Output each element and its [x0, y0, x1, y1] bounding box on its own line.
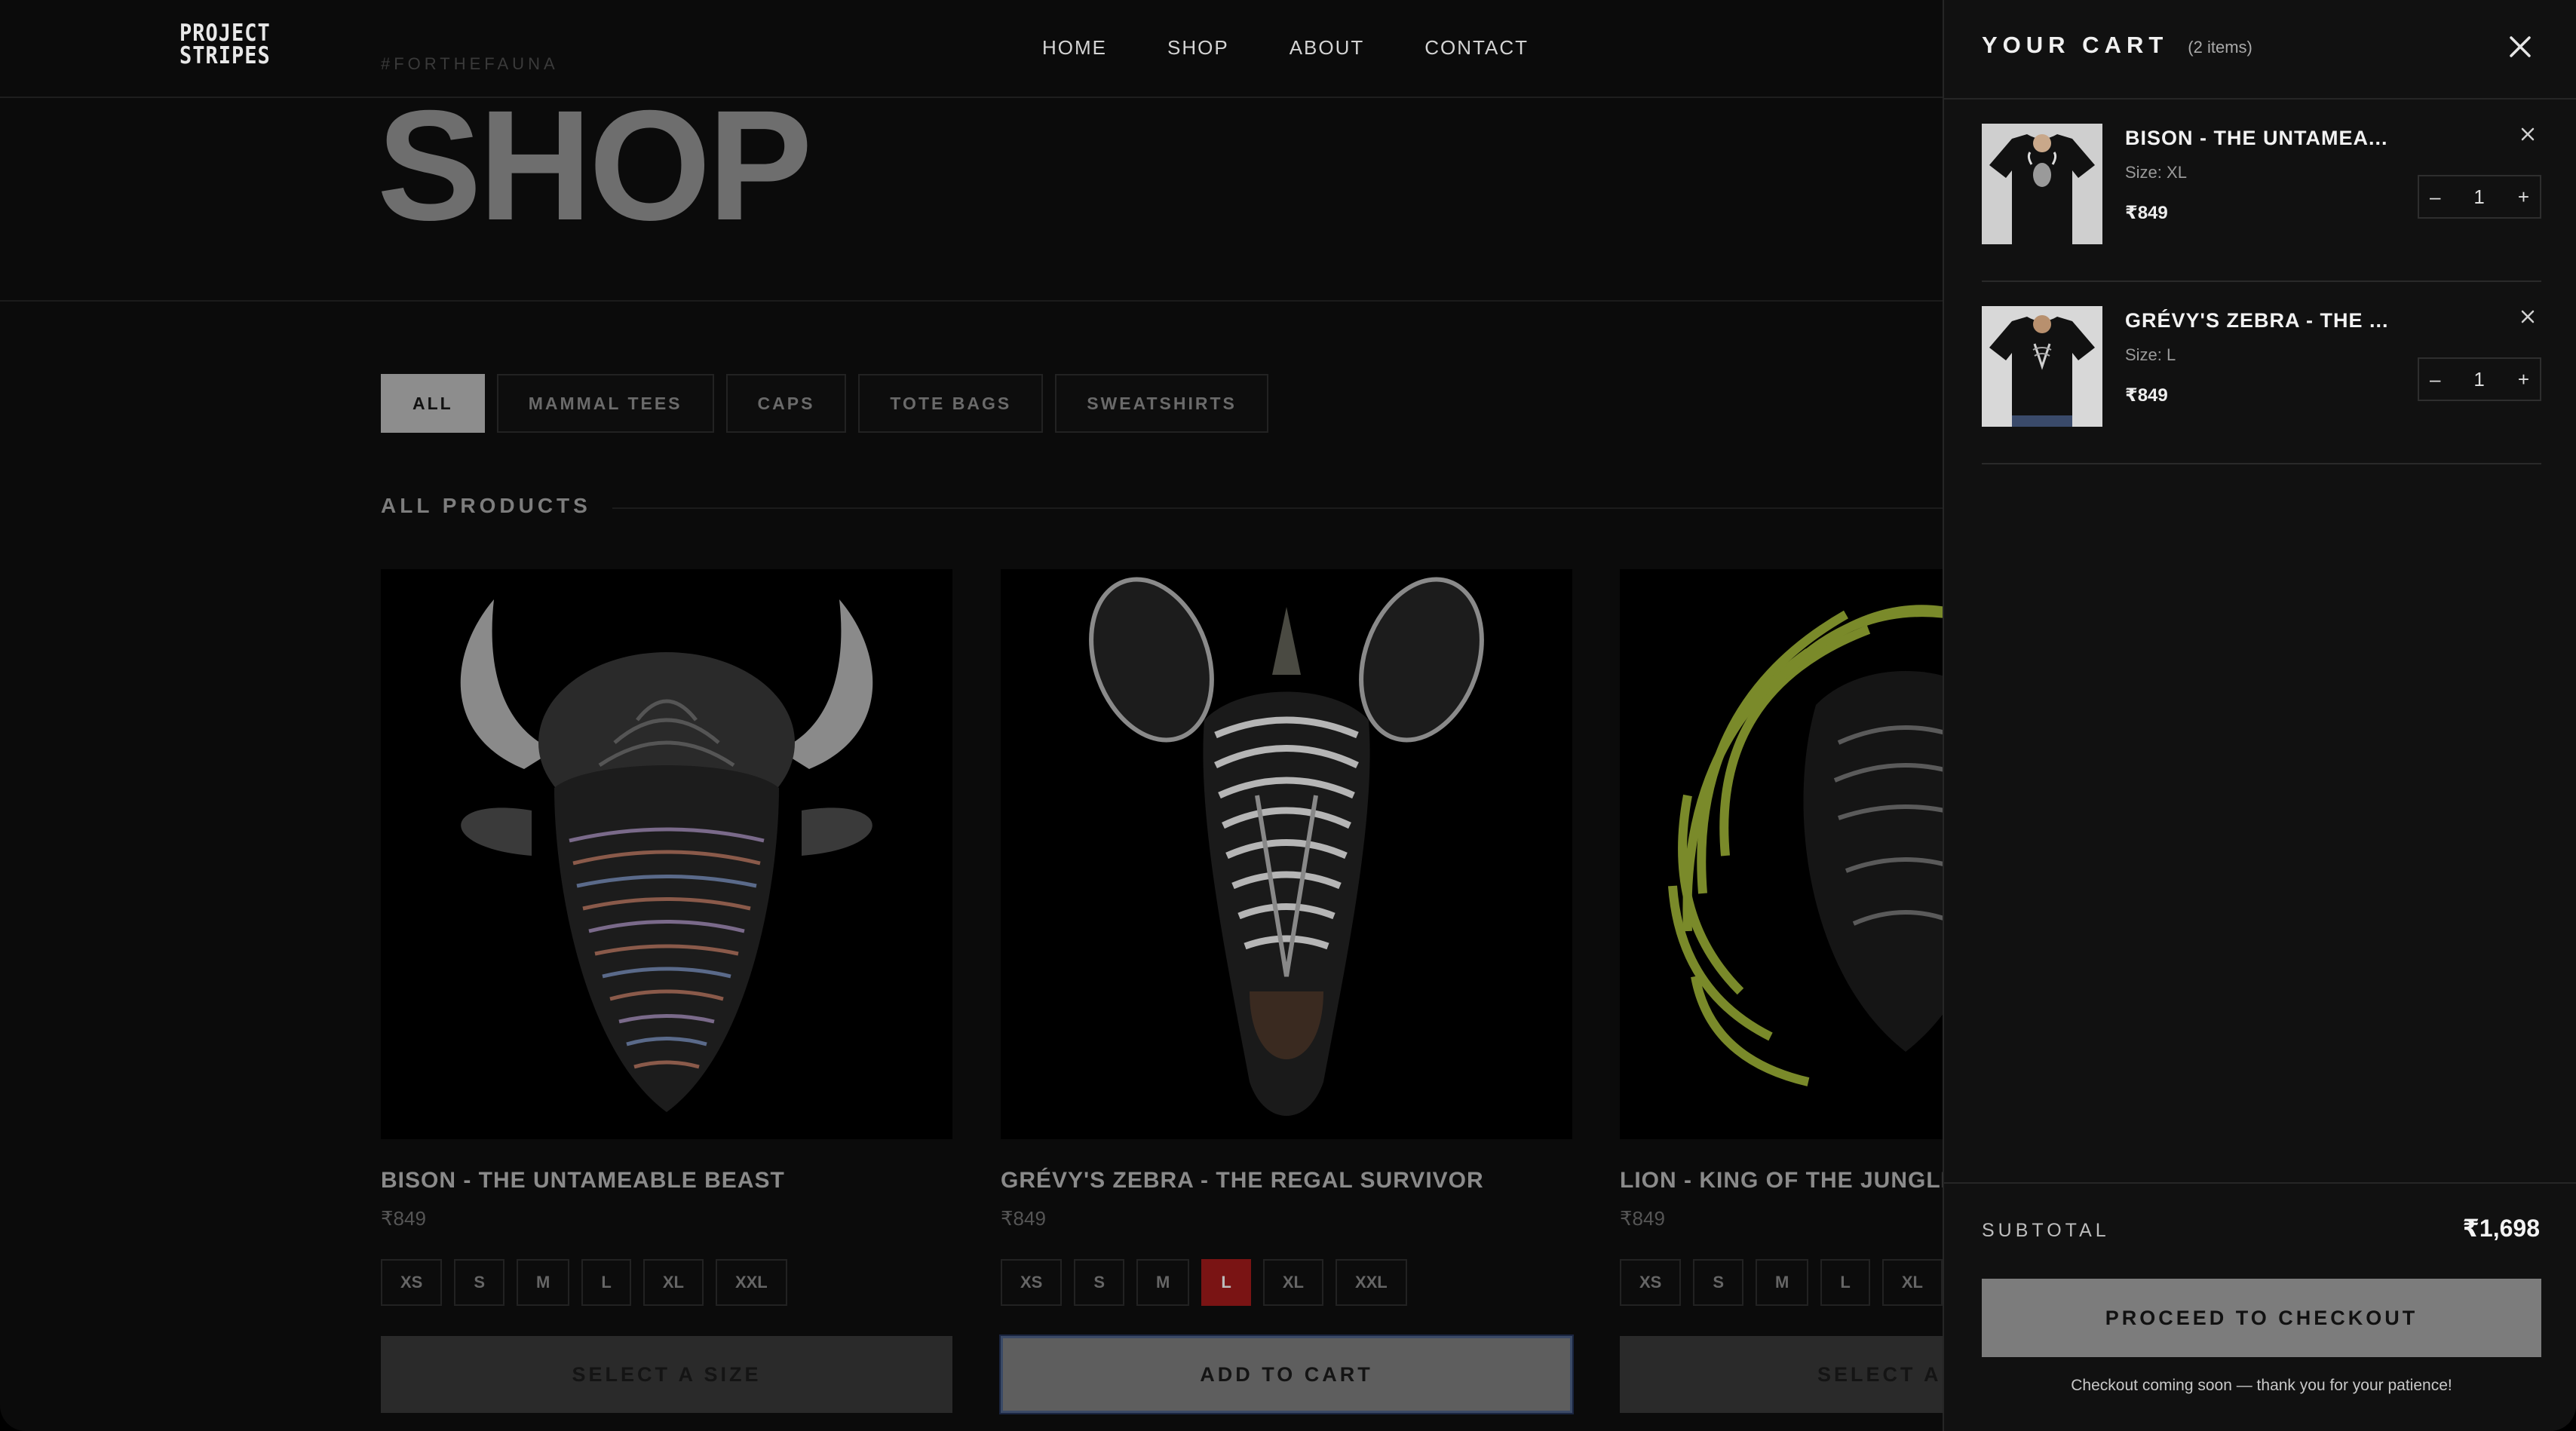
filter-mammal-tees[interactable]: MAMMAL TEES — [496, 374, 714, 433]
size-option-m[interactable]: M — [1756, 1259, 1809, 1306]
divider — [1944, 1182, 2576, 1184]
bison-illustration — [460, 599, 873, 1112]
proceed-to-checkout-button[interactable]: PROCEED TO CHECKOUT — [1982, 1279, 2541, 1357]
zebra-illustration — [1089, 577, 1484, 1116]
nav-contact[interactable]: CONTACT — [1424, 36, 1529, 60]
size-option-xs[interactable]: XS — [1001, 1259, 1063, 1306]
cart-header: YOUR CART (2 items) — [1982, 32, 2252, 59]
product-title[interactable]: LION - KING OF THE JUNGLE — [1620, 1168, 1943, 1194]
quantity-stepper: – 1 + — [2418, 357, 2541, 401]
size-option-s[interactable]: S — [1074, 1259, 1125, 1306]
product-price: ₹849 — [1001, 1207, 1046, 1230]
product-image-lion[interactable] — [1620, 569, 1943, 1139]
size-option-xxl[interactable]: XXL — [1335, 1259, 1407, 1306]
hashtag-text: #FORTHEFAUNA — [381, 54, 559, 73]
size-selector: XS S M L XL XXL — [1001, 1259, 1572, 1306]
subtotal-value: ₹1,698 — [2462, 1215, 2540, 1242]
product-price: ₹849 — [381, 1207, 426, 1230]
nav-about[interactable]: ABOUT — [1290, 36, 1365, 60]
category-filters: ALL MAMMAL TEES CAPS TOTE BAGS SWEATSHIR… — [381, 374, 1268, 433]
size-option-xl[interactable]: XL — [1262, 1259, 1323, 1306]
cart-item-bison: BISON - THE UNTAMEA... Size: XL ₹849 – 1… — [1982, 100, 2541, 282]
select-size-button[interactable]: SELECT A SIZE — [381, 1336, 952, 1413]
cart-item-zebra: GRÉVY'S ZEBRA - THE ... Size: L ₹849 – 1… — [1982, 282, 2541, 464]
quantity-value: 1 — [2473, 367, 2485, 391]
cart-title: YOUR CART — [1982, 32, 2169, 58]
cart-item-count: (2 items) — [2188, 38, 2252, 57]
size-option-s[interactable]: S — [454, 1259, 505, 1306]
product-image-bison[interactable] — [381, 569, 952, 1139]
cart-item-price: ₹849 — [2125, 203, 2168, 223]
size-option-xs[interactable]: XS — [1620, 1259, 1682, 1306]
increase-quantity-button[interactable]: + — [2518, 185, 2529, 209]
product-card-lion: LION - KING OF THE JUNGLE ₹849 XS S M L … — [1620, 569, 1943, 1413]
cart-item-thumbnail — [1982, 124, 2102, 244]
cart-item-title: BISON - THE UNTAMEA... — [2125, 127, 2388, 149]
remove-item-icon[interactable] — [2514, 121, 2541, 148]
select-size-button[interactable]: SELECT A S — [1620, 1336, 1943, 1413]
size-option-xs[interactable]: XS — [381, 1259, 443, 1306]
nav-home[interactable]: HOME — [1042, 36, 1107, 60]
tshirt-zebra-image — [1982, 306, 2102, 427]
product-card-zebra: GRÉVY'S ZEBRA - THE REGAL SURVIVOR ₹849 … — [1001, 569, 1572, 1413]
filter-sweatshirts[interactable]: SWEATSHIRTS — [1055, 374, 1268, 433]
quantity-stepper: – 1 + — [2418, 175, 2541, 219]
divider — [0, 300, 1943, 302]
top-navigation-bar: PROJECT STRIPES #FORTHEFAUNA HOME SHOP A… — [0, 0, 1943, 98]
cart-item-title: GRÉVY'S ZEBRA - THE ... — [2125, 309, 2389, 332]
nav-shop[interactable]: SHOP — [1167, 36, 1229, 60]
cart-item-size: Size: L — [2125, 345, 2176, 364]
size-option-m[interactable]: M — [517, 1259, 570, 1306]
remove-item-icon[interactable] — [2514, 303, 2541, 330]
filter-caps[interactable]: CAPS — [725, 374, 847, 433]
size-option-l[interactable]: L — [581, 1259, 631, 1306]
brand-logo[interactable]: PROJECT STRIPES — [179, 20, 271, 69]
size-option-xxl[interactable]: XXL — [715, 1259, 787, 1306]
product-title[interactable]: GRÉVY'S ZEBRA - THE REGAL SURVIVOR — [1001, 1168, 1572, 1194]
product-card-bison: BISON - THE UNTAMEABLE BEAST ₹849 XS S M… — [381, 569, 952, 1413]
filter-all[interactable]: ALL — [381, 374, 485, 433]
product-title[interactable]: BISON - THE UNTAMEABLE BEAST — [381, 1168, 952, 1194]
cart-item-thumbnail — [1982, 306, 2102, 427]
cart-drawer: YOUR CART (2 items) BISON - THE UNTAMEA.… — [1943, 0, 2576, 1431]
quantity-value: 1 — [2473, 185, 2485, 208]
size-option-s[interactable]: S — [1693, 1259, 1744, 1306]
page-title: SHOP — [377, 78, 812, 253]
checkout-note: Checkout coming soon — thank you for you… — [2071, 1377, 2452, 1394]
product-image-zebra[interactable] — [1001, 569, 1572, 1139]
size-option-xl[interactable]: XL — [642, 1259, 704, 1306]
size-selector: XS S M L XL XXL — [381, 1259, 952, 1306]
main-nav: HOME SHOP ABOUT CONTACT — [1042, 36, 1589, 60]
tshirt-bison-image — [1982, 124, 2102, 244]
section-divider — [612, 507, 1943, 509]
filter-tote-bags[interactable]: TOTE BAGS — [858, 374, 1044, 433]
decrease-quantity-button[interactable]: – — [2430, 368, 2440, 391]
section-heading: ALL PRODUCTS — [381, 494, 591, 517]
cart-item-size: Size: XL — [2125, 163, 2187, 182]
size-selector: XS S M L XL — [1620, 1259, 1943, 1306]
increase-quantity-button[interactable]: + — [2518, 368, 2529, 391]
size-option-m[interactable]: M — [1136, 1259, 1190, 1306]
close-icon[interactable] — [2504, 30, 2537, 63]
size-option-l-selected[interactable]: L — [1201, 1259, 1251, 1306]
size-option-xl[interactable]: XL — [1881, 1259, 1943, 1306]
size-option-l[interactable]: L — [1820, 1259, 1870, 1306]
subtotal-label: SUBTOTAL — [1982, 1220, 2110, 1241]
cart-item-price: ₹849 — [2125, 385, 2168, 406]
decrease-quantity-button[interactable]: – — [2430, 185, 2440, 209]
product-price: ₹849 — [1620, 1207, 1665, 1230]
lion-illustration — [1668, 605, 1943, 1086]
add-to-cart-button[interactable]: ADD TO CART — [1001, 1336, 1572, 1413]
